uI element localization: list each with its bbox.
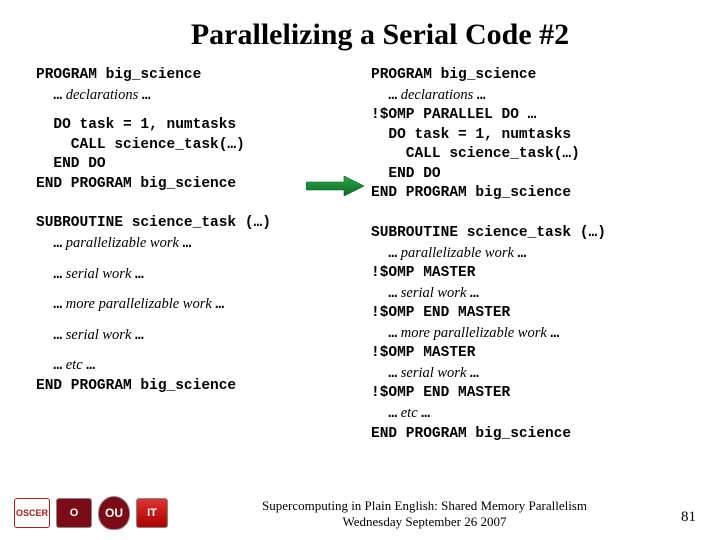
code-line: PROGRAM big_science: [371, 66, 684, 86]
code-line: PROGRAM big_science: [36, 66, 349, 86]
code-line: … serial work …: [36, 265, 349, 286]
arrow-icon: [306, 176, 364, 196]
code-line: … declarations …: [371, 86, 684, 107]
code-line: END PROGRAM big_science: [371, 184, 684, 204]
code-line: END DO: [371, 165, 684, 185]
code-line: !$OMP PARALLEL DO …: [371, 106, 684, 126]
code-line: DO task = 1, numtasks: [36, 116, 349, 136]
footer: OSCER O OU IT Supercomputing in Plain En…: [0, 496, 720, 530]
code-line: END PROGRAM big_science: [371, 425, 684, 445]
slide: Parallelizing a Serial Code #2 PROGRAM b…: [0, 0, 720, 540]
o-logo: O: [56, 498, 92, 528]
code-line: … more parallelizable work …: [36, 295, 349, 316]
oscer-logo: OSCER: [14, 498, 50, 528]
code-line: !$OMP MASTER: [371, 264, 684, 284]
footer-logos: OSCER O OU IT: [14, 496, 168, 530]
right-subroutine-block: SUBROUTINE science_task (…) … paralleliz…: [371, 224, 684, 444]
code-line: … serial work …: [36, 326, 349, 347]
it-logo: IT: [136, 498, 168, 528]
code-line: !$OMP MASTER: [371, 344, 684, 364]
right-column: PROGRAM big_science … declarations … !$O…: [371, 66, 684, 454]
code-line: … serial work …: [371, 364, 684, 385]
code-line: … declarations …: [36, 86, 349, 107]
code-line: SUBROUTINE science_task (…): [36, 214, 349, 234]
code-line: … parallelizable work …: [36, 234, 349, 255]
code-line: !$OMP END MASTER: [371, 304, 684, 324]
left-program-block: PROGRAM big_science … declarations … DO …: [36, 66, 349, 194]
code-line: … more parallelizable work …: [371, 324, 684, 345]
code-line: DO task = 1, numtasks: [371, 126, 684, 146]
page-number: 81: [681, 509, 696, 530]
code-line: !$OMP END MASTER: [371, 384, 684, 404]
code-line: SUBROUTINE science_task (…): [371, 224, 684, 244]
code-line: … etc …: [36, 356, 349, 377]
right-program-block: PROGRAM big_science … declarations … !$O…: [371, 66, 684, 204]
slide-title: Parallelizing a Serial Code #2: [28, 18, 692, 52]
footer-line-1: Supercomputing in Plain English: Shared …: [168, 498, 681, 514]
code-line: … serial work …: [371, 284, 684, 305]
left-column: PROGRAM big_science … declarations … DO …: [36, 66, 349, 454]
footer-line-2: Wednesday September 26 2007: [168, 514, 681, 530]
code-line: END PROGRAM big_science: [36, 175, 349, 195]
code-line: END PROGRAM big_science: [36, 377, 349, 397]
code-line: CALL science_task(…): [36, 136, 349, 156]
code-line: END DO: [36, 155, 349, 175]
ou-logo: OU: [98, 496, 130, 530]
code-line: … parallelizable work …: [371, 244, 684, 265]
left-subroutine-block: SUBROUTINE science_task (…) … paralleliz…: [36, 214, 349, 396]
code-line: CALL science_task(…): [371, 145, 684, 165]
footer-text: Supercomputing in Plain English: Shared …: [168, 498, 681, 531]
code-line: … etc …: [371, 404, 684, 425]
code-columns: PROGRAM big_science … declarations … DO …: [28, 66, 692, 454]
